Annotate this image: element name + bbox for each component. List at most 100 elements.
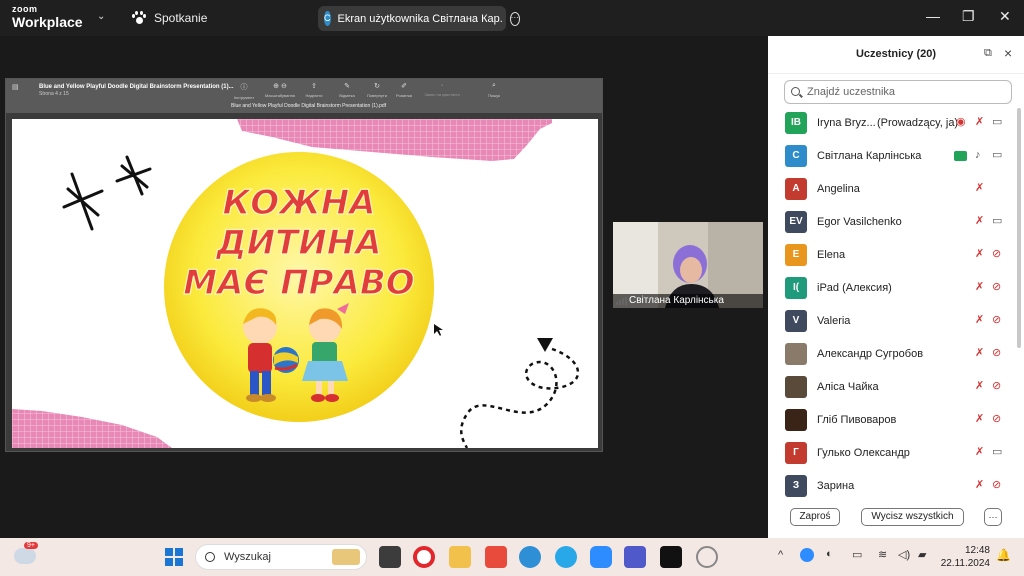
- mic-icon[interactable]: ♪: [975, 149, 981, 162]
- camera-off-icon[interactable]: ⊘: [992, 380, 1001, 393]
- zoom-logo: zoom Workplace: [12, 5, 83, 30]
- avatar: I(: [785, 277, 807, 299]
- scrollbar[interactable]: [1017, 108, 1021, 348]
- camera-off-icon[interactable]: ⊘: [992, 347, 1001, 360]
- notification-bell-icon[interactable]: 🔔: [996, 548, 1011, 562]
- wifi-icon[interactable]: ≋: [878, 548, 887, 561]
- windows-start-icon[interactable]: [163, 546, 185, 568]
- chevron-down-icon[interactable]: ⌄: [97, 11, 105, 22]
- sharer-avatar: С: [324, 11, 331, 26]
- mic-muted-icon[interactable]: ✗: [975, 380, 984, 393]
- task-view-icon[interactable]: [379, 546, 401, 568]
- doodle-arrow-head: [537, 338, 553, 352]
- mic-muted-icon[interactable]: ✗: [975, 182, 984, 195]
- mic-muted-icon[interactable]: ✗: [975, 347, 984, 360]
- participant-row[interactable]: I( iPad (Алексия) ✗ ⊘: [768, 272, 1016, 305]
- camera-icon[interactable]: ▭: [992, 215, 1002, 228]
- mic-muted-icon[interactable]: ✗: [975, 215, 984, 228]
- mic-muted-icon[interactable]: ✗: [975, 479, 984, 492]
- app-icon[interactable]: [660, 546, 682, 568]
- participant-search-input[interactable]: Znajdź uczestnika: [784, 80, 1012, 104]
- close-panel-icon[interactable]: ×: [1004, 45, 1012, 61]
- participant-row[interactable]: З Зарина ✗ ⊘: [768, 470, 1016, 503]
- participant-row[interactable]: С Світлана Карлінська ♪ ▭: [768, 140, 1016, 173]
- slide-line-2: ДИТИНА: [215, 223, 381, 263]
- participant-list: IB Iryna Bryz... (Prowadzący, ja) ◉ ✗ ▭ С Світл…: [768, 107, 1016, 503]
- pdf-filename: Blue and Yellow Playful Doodle Digital B…: [231, 103, 387, 109]
- minimize-button[interactable]: —: [926, 8, 940, 24]
- time: 12:48: [964, 545, 990, 556]
- participant-name: Світлана Карлінська: [817, 150, 922, 162]
- zoom-app-icon[interactable]: [590, 546, 612, 568]
- participant-row[interactable]: A Angelina ✗: [768, 173, 1016, 206]
- display-icon[interactable]: ▭: [852, 548, 862, 561]
- participant-name: Egor Vasilchenko: [817, 216, 902, 228]
- camera-off-icon[interactable]: ⊘: [992, 314, 1001, 327]
- participant-name: Гліб Пивоваров: [817, 414, 897, 426]
- wps-office-icon[interactable]: [485, 546, 507, 568]
- app2-icon[interactable]: [696, 546, 718, 568]
- slide-line-3: МАЄ ПРАВО: [183, 263, 414, 303]
- taskbar-search[interactable]: Wyszukaj: [195, 544, 367, 570]
- screen-share-indicator[interactable]: С Ekran użytkownika Світлана Кар. ···: [318, 6, 520, 31]
- meeting-menu[interactable]: Spotkanie: [132, 11, 207, 25]
- participant-row[interactable]: E Elena ✗ ⊘: [768, 239, 1016, 272]
- search-icon: [205, 552, 215, 562]
- battery-icon[interactable]: ▰: [918, 548, 926, 561]
- participant-row[interactable]: EV Egor Vasilchenko ✗ ▭: [768, 206, 1016, 239]
- avatar: [785, 409, 807, 431]
- tray-chevron-icon[interactable]: ^: [778, 549, 783, 561]
- participant-row[interactable]: Гліб Пивоваров ✗ ⊘: [768, 404, 1016, 437]
- weather-icon[interactable]: [14, 548, 36, 564]
- more-button[interactable]: ···: [984, 508, 1002, 526]
- participant-name: Angelina: [817, 183, 860, 195]
- pdf-toolbar: ▤ Blue and Yellow Playful Doodle Digital…: [6, 79, 602, 113]
- participant-name: Valeria: [817, 315, 851, 327]
- clock[interactable]: 12:48 22.11.2024: [940, 544, 990, 570]
- avatar: A: [785, 178, 807, 200]
- mic-muted-icon[interactable]: ✗: [975, 413, 984, 426]
- mute-all-button[interactable]: Wycisz wszystkich: [861, 508, 964, 526]
- camera-off-icon[interactable]: ⊘: [992, 281, 1001, 294]
- camera-off-icon[interactable]: ⊘: [992, 479, 1001, 492]
- participant-row[interactable]: V Valeria ✗ ⊘: [768, 305, 1016, 338]
- avatar: Г: [785, 442, 807, 464]
- camera-icon[interactable]: ▭: [992, 446, 1002, 459]
- camera-icon[interactable]: ▭: [992, 149, 1002, 162]
- participant-name: Зарина: [817, 480, 855, 492]
- avatar: EV: [785, 211, 807, 233]
- participant-row[interactable]: Г Гулько Олександр ✗ ▭: [768, 437, 1016, 470]
- doodle-star-2: [115, 155, 152, 196]
- title-bar: zoom Workplace ⌄ Spotkanie С Ekran użytk…: [0, 0, 1024, 36]
- participant-name: iPad (Алексия): [817, 282, 892, 294]
- mic-muted-icon[interactable]: ✗: [975, 314, 984, 327]
- participant-row[interactable]: Александр Сугробов ✗ ⊘: [768, 338, 1016, 371]
- telegram-icon[interactable]: [555, 546, 577, 568]
- zoom-tray-icon[interactable]: [800, 548, 814, 562]
- edge-icon[interactable]: [519, 546, 541, 568]
- mic-muted-icon[interactable]: ✗: [975, 281, 984, 294]
- invite-button[interactable]: Zaproś: [790, 508, 840, 526]
- more-options-icon[interactable]: ···: [509, 11, 520, 26]
- volume-icon[interactable]: ◁): [898, 548, 910, 561]
- close-button[interactable]: ✕: [999, 8, 1011, 25]
- mic-muted-icon[interactable]: ✗: [975, 116, 984, 129]
- participant-row[interactable]: IB Iryna Bryz... (Prowadzący, ja) ◉ ✗ ▭: [768, 107, 1016, 140]
- toolbar-item-1: ⊕ ⊖ Масштабування: [265, 83, 295, 98]
- mic-muted-icon[interactable]: ✗: [975, 446, 984, 459]
- file-explorer-icon[interactable]: [449, 546, 471, 568]
- opera-icon[interactable]: [413, 546, 435, 568]
- participant-row[interactable]: Аліса Чайка ✗ ⊘: [768, 371, 1016, 404]
- camera-icon[interactable]: ▭: [992, 116, 1002, 129]
- mic-muted-icon[interactable]: ✗: [975, 248, 984, 261]
- teams-icon[interactable]: [624, 546, 646, 568]
- maximize-button[interactable]: ❐: [962, 8, 975, 25]
- taskbar: 9+ Wyszukaj ^ ◐ ▭ ≋ ◁) ▰ 12:48 22.11.202…: [0, 538, 1024, 576]
- pop-out-icon[interactable]: ⧉: [984, 47, 992, 60]
- camera-off-icon[interactable]: ⊘: [992, 248, 1001, 261]
- video-tile[interactable]: Світлана Карлінська: [613, 222, 763, 308]
- recording-icon: ◉: [956, 116, 966, 128]
- camera-off-icon[interactable]: ⊘: [992, 413, 1001, 426]
- weather-badge: 9+: [24, 542, 38, 549]
- tray-icon[interactable]: ◐: [826, 548, 833, 560]
